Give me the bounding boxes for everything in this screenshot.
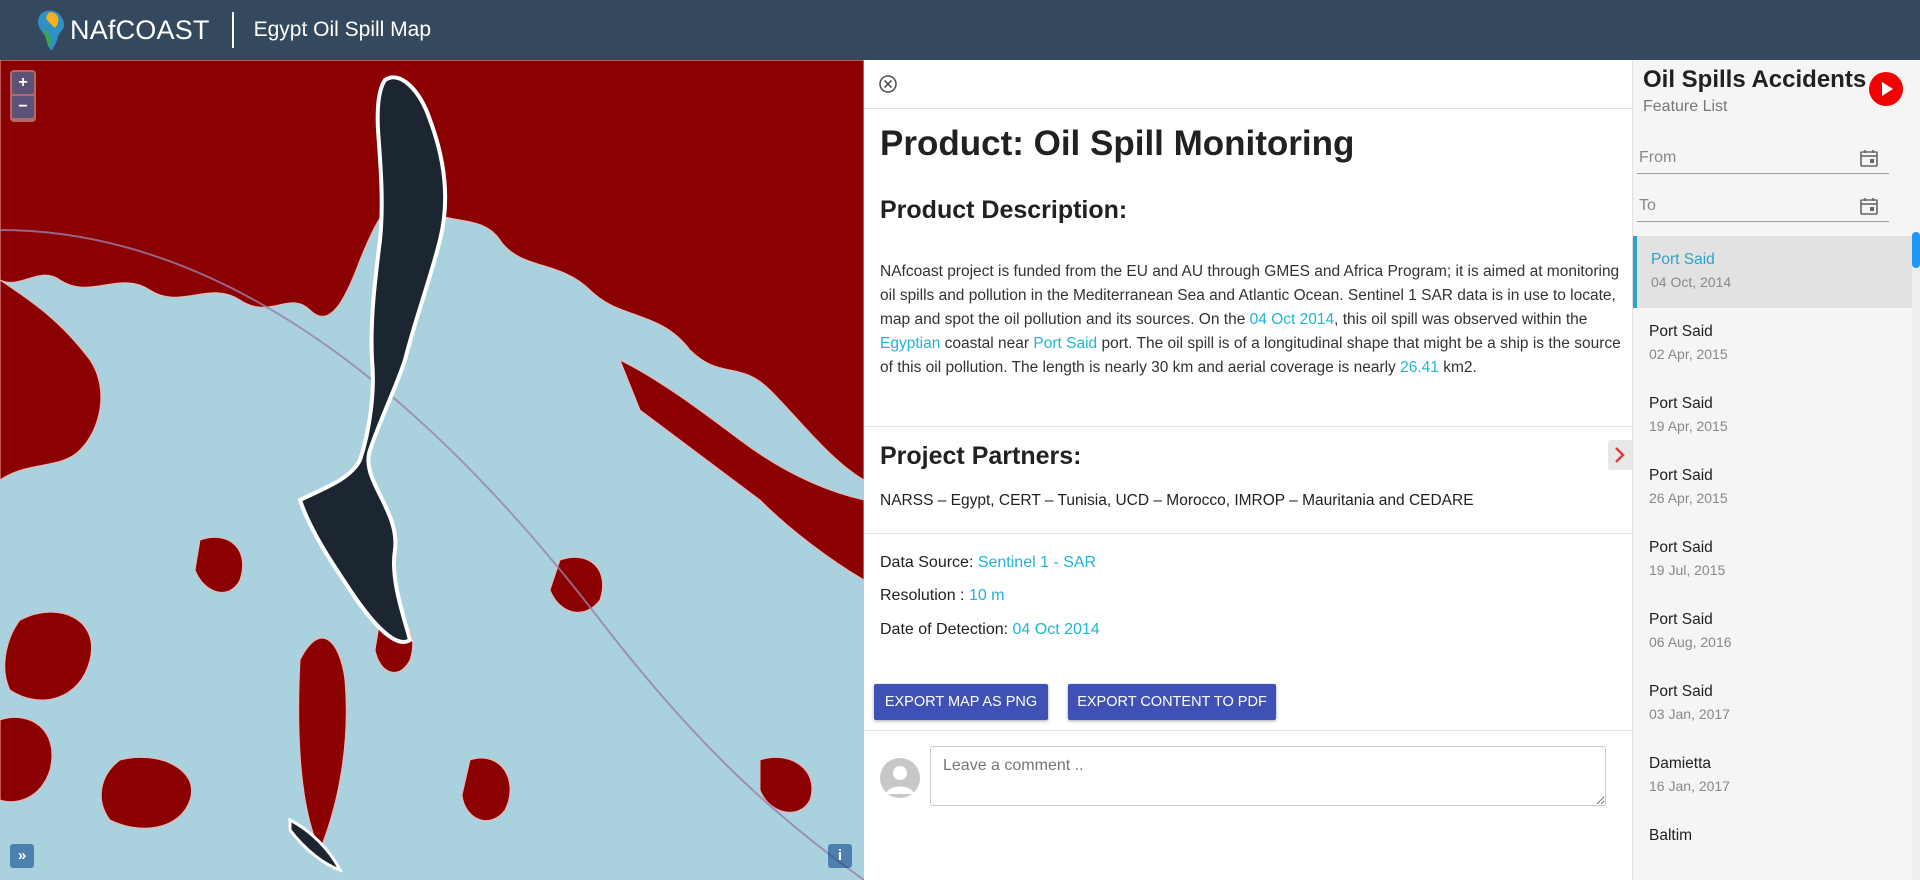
list-item-date: 04 Oct, 2014 <box>1651 274 1732 290</box>
from-date-label: From <box>1639 149 1677 166</box>
land-mass <box>0 716 53 803</box>
product-title: Product: Oil Spill Monitoring <box>880 124 1355 163</box>
list-item[interactable]: Port Said 26 Apr, 2015 <box>1633 452 1913 524</box>
list-scrollbar-track <box>1912 232 1920 880</box>
list-item[interactable]: Baltim <box>1633 812 1913 880</box>
comment-input[interactable] <box>930 746 1606 806</box>
list-item[interactable]: Damietta 16 Jan, 2017 <box>1633 740 1913 812</box>
divider <box>864 108 1632 109</box>
land-mass <box>194 536 244 593</box>
description-area: 26.41 <box>1400 359 1439 376</box>
list-item-name: Damietta <box>1649 755 1712 772</box>
africa-logo-icon <box>38 10 65 51</box>
partners-heading: Project Partners: <box>880 442 1082 470</box>
list-item-name: Port Said <box>1649 395 1713 412</box>
to-date-field[interactable]: To <box>1637 188 1889 222</box>
list-item-name: Baltim <box>1649 827 1693 844</box>
from-date-field[interactable]: From <box>1637 140 1889 174</box>
list-item-name: Port Said <box>1651 251 1715 268</box>
land-mass <box>298 637 347 852</box>
data-source-row: Data Source: Sentinel 1 - SAR <box>880 554 1096 572</box>
list-item[interactable]: Port Said 02 Apr, 2015 <box>1633 308 1913 380</box>
expand-panel-button[interactable]: » <box>10 844 34 868</box>
zoom-out-button[interactable]: − <box>12 96 34 118</box>
description-port: Port Said <box>1033 335 1098 352</box>
description-heading: Product Description: <box>880 196 1128 224</box>
zoom-control: + − <box>10 70 36 122</box>
divider <box>864 533 1632 534</box>
list-item[interactable]: Port Said 06 Aug, 2016 <box>1633 596 1913 668</box>
avatar <box>880 758 920 798</box>
list-item[interactable]: Port Said 03 Jan, 2017 <box>1633 668 1913 740</box>
list-item-date: 06 Aug, 2016 <box>1649 634 1732 650</box>
list-item-name: Port Said <box>1649 539 1713 556</box>
play-icon <box>1882 82 1893 96</box>
app-title: Egypt Oil Spill Map <box>253 18 432 41</box>
list-item[interactable]: Port Said 04 Oct, 2014 <box>1633 236 1913 308</box>
product-detail-panel: Product: Oil Spill Monitoring Product De… <box>864 60 1632 880</box>
list-item-name: Port Said <box>1649 467 1713 484</box>
data-source-label: Data Source: <box>880 554 978 571</box>
feature-list: Port Said 04 Oct, 2014 Port Said 02 Apr,… <box>1633 236 1913 880</box>
feature-list-sidebar: Oil Spills Accidents Feature List From T… <box>1632 60 1920 880</box>
app-header: NAfCOAST Egypt Oil Spill Map <box>0 0 1920 60</box>
land-mass <box>4 611 92 701</box>
land-mass <box>0 279 102 481</box>
map-view[interactable]: + − » i <box>0 60 864 880</box>
list-item-date: 19 Apr, 2015 <box>1649 418 1728 434</box>
list-item-name: Port Said <box>1649 683 1713 700</box>
data-source-value: Sentinel 1 - SAR <box>977 554 1097 571</box>
sidebar-subtitle: Feature List <box>1643 98 1728 115</box>
list-item[interactable]: Port Said 19 Apr, 2015 <box>1633 380 1913 452</box>
map-info-button[interactable]: i <box>828 844 852 868</box>
detection-value: 04 Oct 2014 <box>1012 621 1100 638</box>
land-mass <box>100 756 193 829</box>
next-panel-button[interactable] <box>1608 440 1632 470</box>
description-country: Egyptian <box>880 335 941 352</box>
list-item-date: 19 Jul, 2015 <box>1649 562 1726 578</box>
description-date: 04 Oct 2014 <box>1249 311 1335 328</box>
land-mass <box>461 757 511 822</box>
resolution-label: Resolution : <box>880 587 969 604</box>
calendar-icon[interactable] <box>1859 148 1879 168</box>
export-pdf-button[interactable]: EXPORT CONTENT TO PDF <box>1068 684 1276 720</box>
resolution-row: Resolution : 10 m <box>880 587 1005 605</box>
user-icon <box>886 766 914 794</box>
header-divider <box>231 12 234 48</box>
list-item-name: Port Said <box>1649 611 1713 628</box>
partners-text: NARSS – Egypt, CERT – Tunisia, UCD – Mor… <box>880 492 1474 509</box>
list-item-date: 02 Apr, 2015 <box>1649 346 1728 362</box>
map-canvas[interactable] <box>0 60 864 880</box>
nafcoast-logo[interactable]: NAfCOAST <box>34 0 210 60</box>
detection-row: Date of Detection: 04 Oct 2014 <box>880 621 1100 639</box>
list-item[interactable]: Port Said 19 Jul, 2015 <box>1633 524 1913 596</box>
list-item-date: 26 Apr, 2015 <box>1649 490 1728 506</box>
calendar-icon[interactable] <box>1859 196 1879 216</box>
description-text: , this oil spill was observed within the <box>1334 311 1588 328</box>
sidebar-title: Oil Spills Accidents <box>1643 66 1867 93</box>
list-item-name: Port Said <box>1649 323 1713 340</box>
to-date-label: To <box>1639 197 1656 214</box>
logo-text: NAfCOAST <box>70 14 210 45</box>
divider <box>864 426 1632 427</box>
export-png-button[interactable]: EXPORT MAP AS PNG <box>874 684 1048 720</box>
resolution-value: 10 m <box>968 587 1005 604</box>
description-text: km2. <box>1438 359 1477 376</box>
list-scrollbar-thumb[interactable] <box>1912 232 1920 268</box>
description-text: coastal near <box>940 335 1034 352</box>
product-description: NAfcoast project is funded from the EU a… <box>880 260 1622 380</box>
play-button[interactable] <box>1869 72 1903 106</box>
detection-label: Date of Detection: <box>880 621 1013 638</box>
list-item-date: 03 Jan, 2017 <box>1649 706 1730 722</box>
list-item-date: 16 Jan, 2017 <box>1649 778 1730 794</box>
chevron-right-icon <box>1615 447 1625 463</box>
zoom-in-button[interactable]: + <box>12 72 34 94</box>
divider <box>864 730 1632 731</box>
close-icon[interactable] <box>878 74 898 94</box>
